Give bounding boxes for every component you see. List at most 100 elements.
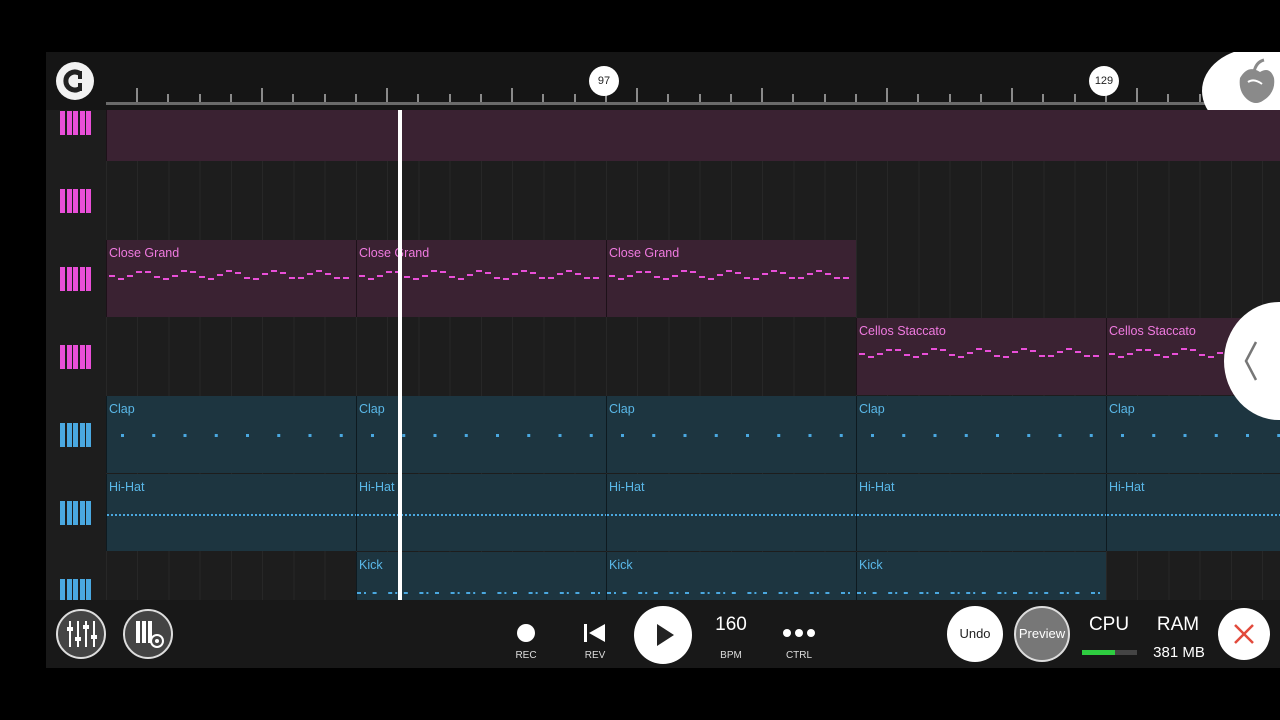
piano-key [66, 579, 72, 600]
track-instrument-icon[interactable] [60, 423, 92, 447]
bar-marker-129[interactable]: 129 [1089, 66, 1119, 96]
pattern-clip[interactable]: Hi-Hat [106, 474, 356, 551]
note-mark [969, 514, 971, 516]
note-mark [654, 276, 660, 278]
pattern-clip[interactable]: Close Grand [606, 240, 856, 317]
piano-key [79, 345, 85, 369]
pattern-clip[interactable]: Hi-Hat [1106, 474, 1280, 551]
note-mark [485, 272, 491, 274]
clip-label: Kick [609, 558, 633, 572]
pattern-clip[interactable] [106, 110, 1280, 161]
piano-key [66, 189, 72, 213]
track-lane[interactable]: Hi-Hat Hi-Hat Hi-Hat Hi-Hat Hi-Hat [46, 474, 1280, 553]
note-mark [881, 514, 883, 516]
note-mark [1101, 514, 1103, 516]
pattern-clip[interactable]: Hi-Hat [356, 474, 606, 551]
note-mark [714, 434, 718, 437]
track-lane[interactable]: Kick Kick Kick [46, 552, 1280, 600]
note-mark [1061, 514, 1063, 516]
note-mark [676, 592, 679, 594]
pattern-clip[interactable]: Close Grand [106, 240, 356, 317]
note-mark [726, 270, 732, 272]
note-mark [545, 514, 547, 516]
instrument-settings-button[interactable] [123, 609, 173, 659]
preview-button[interactable]: Preview [1014, 606, 1070, 662]
note-mark [690, 271, 696, 273]
note-mark [1139, 514, 1141, 516]
note-mark [127, 514, 129, 516]
note-mark [922, 353, 928, 355]
note-mark [933, 434, 937, 437]
note-mark [431, 270, 437, 272]
note-mark [957, 514, 959, 516]
track-lane[interactable]: Cellos Staccato Cellos Staccato [46, 318, 1280, 397]
play-button[interactable] [634, 606, 692, 664]
note-mark [277, 434, 281, 437]
track-lane[interactable] [46, 162, 1280, 241]
track-instrument-icon[interactable] [60, 501, 92, 525]
note-mark [1085, 514, 1087, 516]
note-mark [565, 514, 567, 516]
note-mark [831, 514, 833, 516]
record-button[interactable] [517, 624, 535, 642]
note-mark [598, 592, 600, 594]
playhead[interactable] [398, 110, 402, 600]
rec-label: REC [515, 650, 537, 661]
pattern-clip[interactable]: Kick [856, 552, 1106, 600]
note-mark [449, 514, 451, 516]
snap-button[interactable] [56, 62, 94, 100]
note-mark [771, 270, 777, 272]
bar-marker-97[interactable]: 97 [589, 66, 619, 96]
pattern-clip[interactable]: Kick [356, 552, 606, 600]
note-mark [388, 592, 393, 594]
note-mark [847, 514, 849, 516]
note-mark [323, 514, 325, 516]
pattern-clip[interactable]: Kick [606, 552, 856, 600]
note-mark [1143, 514, 1145, 516]
pattern-clip[interactable]: Hi-Hat [606, 474, 856, 551]
note-mark [747, 514, 749, 516]
track-instrument-icon[interactable] [60, 189, 92, 213]
note-mark [851, 514, 853, 516]
collapse-panel-button[interactable] [1224, 302, 1280, 420]
note-mark [541, 514, 543, 516]
note-mark [183, 434, 187, 437]
pattern-clip[interactable]: Cellos Staccato [856, 318, 1106, 395]
note-mark [683, 514, 685, 516]
pattern-clip[interactable]: Clap [606, 396, 856, 473]
track-lane[interactable]: Close Grand Close Grand Close Grand [46, 240, 1280, 319]
note-mark [746, 434, 749, 437]
pattern-clip[interactable]: Close Grand [356, 240, 606, 317]
note-mark [591, 592, 595, 594]
track-instrument-icon[interactable] [60, 579, 92, 600]
pattern-clip[interactable]: Clap [856, 396, 1106, 473]
track-lane[interactable]: Clap Clap Clap Clap Clap [46, 396, 1280, 475]
track-instrument-icon[interactable] [60, 111, 92, 135]
note-mark [307, 514, 309, 516]
playlist-grid[interactable]: Close Grand Close Grand Close Grand Cellos … [46, 110, 1280, 600]
mixer-button[interactable] [56, 609, 106, 659]
pattern-clip[interactable]: Clap [106, 396, 356, 473]
note-mark [886, 349, 892, 351]
tempo-value[interactable]: 160 [706, 614, 756, 636]
pattern-clip[interactable]: Hi-Hat [856, 474, 1106, 551]
ruler-tick [1136, 88, 1138, 102]
note-mark [958, 356, 964, 358]
note-mark [762, 273, 768, 275]
timeline-ruler[interactable]: 97 129 [46, 52, 1280, 134]
rewind-button[interactable] [582, 622, 608, 644]
cpu-label: CPU [1088, 614, 1130, 635]
note-mark [977, 514, 979, 516]
pattern-clip[interactable]: Clap [356, 396, 606, 473]
close-button[interactable] [1218, 608, 1270, 660]
track-instrument-icon[interactable] [60, 345, 92, 369]
more-controls-button[interactable] [780, 626, 818, 638]
note-mark [735, 514, 737, 516]
note-mark [719, 514, 721, 516]
note-mark [131, 514, 133, 516]
note-mark [1091, 592, 1095, 594]
track-lane[interactable] [46, 110, 1280, 163]
track-instrument-icon[interactable] [60, 267, 92, 291]
undo-button[interactable]: Undo [947, 606, 1003, 662]
clip-label: Close Grand [359, 246, 430, 260]
